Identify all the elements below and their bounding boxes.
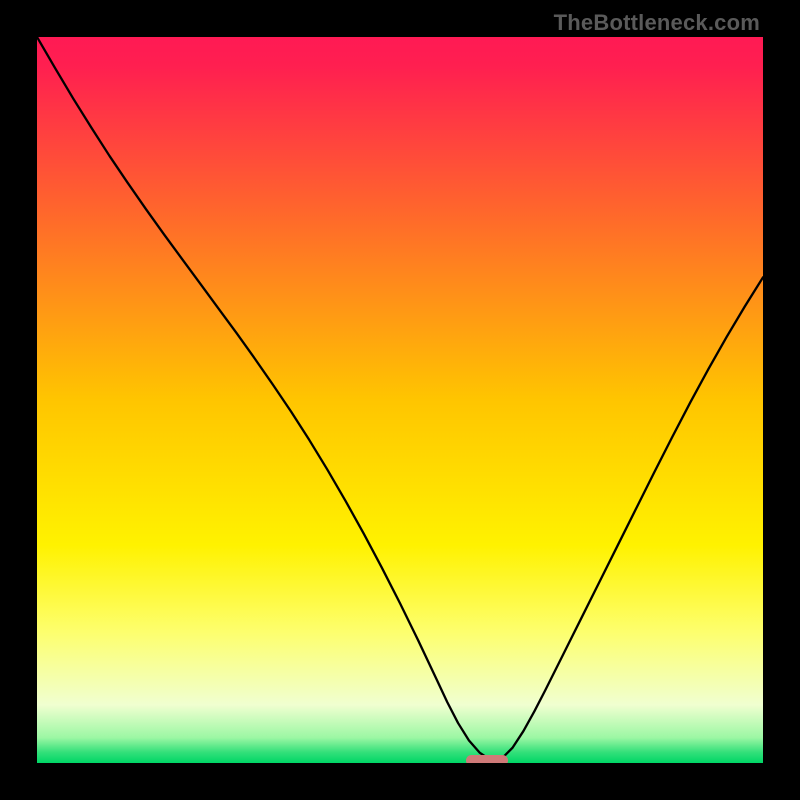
optimal-marker (466, 755, 508, 763)
plot-area (37, 37, 763, 763)
bottleneck-curve (37, 37, 763, 763)
chart-frame: TheBottleneck.com (0, 0, 800, 800)
watermark-label: TheBottleneck.com (554, 10, 760, 36)
